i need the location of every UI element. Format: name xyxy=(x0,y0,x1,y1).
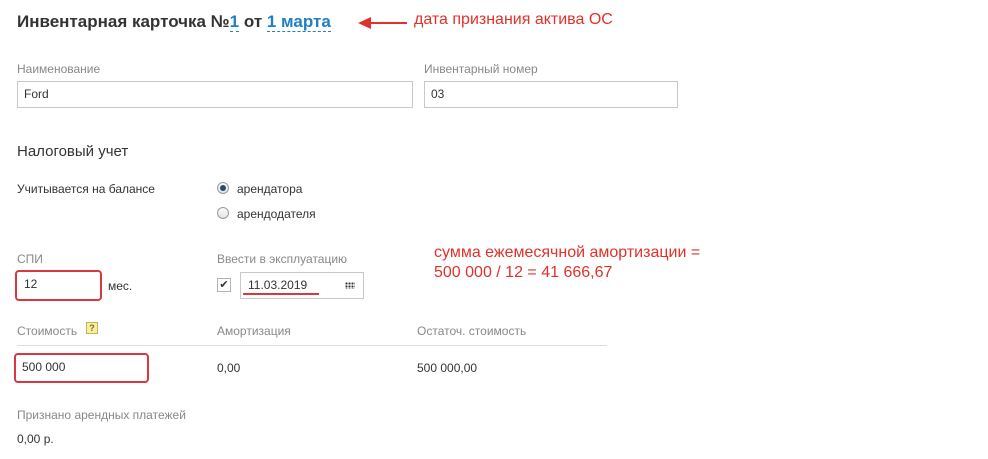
commissioning-date-value: 11.03.2019 xyxy=(248,278,308,292)
radio-lessor[interactable] xyxy=(217,207,229,219)
spi-unit: мес. xyxy=(108,279,133,293)
commissioning-label: Ввести в эксплуатацию xyxy=(217,252,348,266)
spi-label: СПИ xyxy=(17,252,43,266)
date-annotation: дата признания актива ОС xyxy=(414,11,613,28)
annotation-arrow-icon xyxy=(358,17,407,29)
commissioning-checkbox[interactable]: ✔ xyxy=(217,278,231,292)
help-icon[interactable]: ? xyxy=(86,322,98,334)
amortization-label: Амортизация xyxy=(217,324,291,338)
spi-highlight xyxy=(15,270,102,301)
calendar-icon[interactable] xyxy=(345,282,355,289)
amortization-annotation-line2: 500 000 / 12 = 41 666,67 xyxy=(434,264,613,281)
amortization-value: 0,00 xyxy=(217,361,241,375)
inventory-number-field[interactable]: 03 xyxy=(424,81,678,108)
lease-payments-value: 0,00 р. xyxy=(17,432,54,446)
radio-lessee-label[interactable]: арендатора xyxy=(237,182,302,196)
inventory-number-label: Инвентарный номер xyxy=(424,62,538,76)
title-from: от xyxy=(239,12,267,31)
card-number-link[interactable]: 1 xyxy=(229,12,240,32)
title-prefix: Инвентарная карточка № xyxy=(17,12,230,31)
cost-label: Стоимость xyxy=(17,324,78,338)
tax-section-title: Налоговый учет xyxy=(17,143,129,160)
values-divider xyxy=(17,345,607,346)
date-underline xyxy=(243,293,319,295)
cost-highlight xyxy=(14,353,149,383)
residual-value: 500 000,00 xyxy=(417,361,478,375)
radio-lessor-label[interactable]: арендодателя xyxy=(237,207,316,221)
residual-value-label: Остаточ. стоимость xyxy=(417,324,527,338)
name-label: Наименование xyxy=(17,62,101,76)
name-field[interactable]: Ford xyxy=(17,81,413,108)
card-date-link[interactable]: 1 марта xyxy=(266,12,331,32)
balance-label: Учитывается на балансе xyxy=(17,182,155,196)
amortization-annotation-line1: сумма ежемесячной амортизации = xyxy=(434,244,701,261)
lease-payments-label: Признано арендных платежей xyxy=(17,408,186,422)
radio-lessee[interactable] xyxy=(217,182,229,194)
page-title: Инвентарная карточка №1 от 1 марта xyxy=(17,12,331,32)
